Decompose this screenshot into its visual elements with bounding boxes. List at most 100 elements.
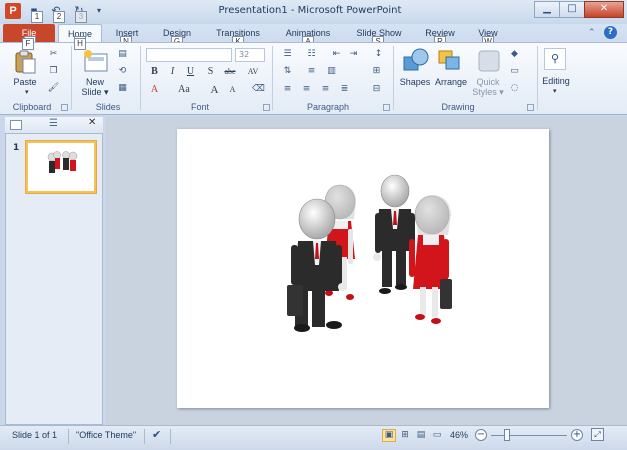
thumbnail-figures [47,151,78,173]
woman-figure-right [409,195,452,324]
bullets-icon[interactable]: ☰ [281,49,294,60]
shrink-font-button[interactable]: A [226,84,239,96]
zoom-slider-track[interactable] [491,435,567,436]
slideshow-view-icon[interactable]: ▭ [430,429,444,442]
shape-effects-icon[interactable]: ◌ [508,83,521,94]
binoculars-icon[interactable]: ⚲ [544,48,566,70]
new-slide-icon[interactable] [83,50,109,74]
arrange-button[interactable]: Arrange [432,77,470,87]
drawing-dialog-launcher[interactable] [527,104,534,111]
paste-dropdown-icon[interactable]: ▾ [25,88,29,96]
numbering-icon[interactable]: ☷ [305,49,318,60]
shape-fill-icon[interactable]: ◆ [508,49,521,60]
normal-view-icon[interactable]: ▣ [382,429,396,442]
customize-qat-icon[interactable]: ▾ [92,4,106,18]
minimize-ribbon-icon[interactable]: ⌃ [588,28,596,38]
new-slide-label-line1[interactable]: New [78,77,112,87]
help-icon[interactable]: ? [604,26,617,39]
zoom-slider-thumb[interactable] [504,429,510,441]
layout-icon[interactable]: ▤ [116,49,129,60]
group-separator [140,46,141,110]
text-shadow-button[interactable]: S [204,66,217,78]
bold-button[interactable]: B [148,66,161,78]
theme-name[interactable]: "Office Theme" [76,430,136,440]
arrange-icon[interactable] [437,48,465,74]
center-icon[interactable]: ≡ [300,84,313,95]
clipboard-dialog-launcher[interactable] [61,104,68,111]
status-separator [144,429,145,444]
zoom-out-button[interactable]: − [475,429,487,441]
quick-styles-label-line2[interactable]: Styles ▾ [470,87,506,97]
line-spacing-icon[interactable]: ↕ [372,49,385,60]
outline-tab-icon[interactable]: ☰ [49,118,58,129]
editing-dropdown-icon[interactable]: ▾ [553,87,557,95]
align-left-icon[interactable]: ≡ [281,84,294,95]
change-case-button[interactable]: Aa [175,84,193,96]
paragraph-group-label: Paragraph [306,102,350,112]
minimize-button[interactable]: ▁ [534,1,560,18]
keytip-qat-1: 1 [31,11,43,23]
group-separator [393,46,394,110]
clipboard-group-label: Clipboard [12,102,52,112]
reading-view-icon[interactable]: ▤ [414,429,428,442]
font-color-button[interactable]: A [148,84,161,96]
shape-outline-icon[interactable]: ▭ [508,66,521,77]
quick-styles-label-line1[interactable]: Quick [470,77,506,87]
keytip-qat-2: 2 [53,11,65,23]
text-direction-icon[interactable]: ⇅ [281,66,294,77]
editing-button[interactable]: Editing [537,76,575,86]
group-separator [272,46,273,110]
zoom-level[interactable]: 46% [450,430,468,440]
shapes-button[interactable]: Shapes [398,77,432,87]
align-right-icon[interactable]: ≡ [319,84,332,95]
keytip-overlay-file: F [22,38,34,50]
quick-styles-icon[interactable] [476,48,502,74]
section-icon[interactable]: ▦ [116,83,129,94]
slide-sorter-icon[interactable]: ⊞ [398,429,412,442]
font-group-label: Font [190,102,209,112]
paste-icon[interactable] [13,50,37,74]
slides-group-label: Slides [95,102,121,112]
underline-button[interactable]: U [184,66,197,78]
smartart-icon[interactable]: ⊞ [370,66,383,77]
convert-smartart-icon[interactable]: ⊟ [370,84,383,95]
format-painter-icon[interactable]: 🖌 [47,83,60,94]
group-separator [71,46,72,110]
reset-slide-icon[interactable]: ⟲ [116,66,129,77]
justify-icon[interactable]: ≣ [338,84,351,95]
slides-tab-icon[interactable] [10,120,22,130]
keytip-overlay-home: H [74,38,86,50]
strikethrough-button[interactable]: abc [221,66,239,78]
slide-canvas[interactable] [177,129,549,408]
new-slide-label-line2[interactable]: Slide ▾ [78,87,112,97]
powerpoint-app-icon[interactable]: P [5,3,21,19]
maximize-button[interactable]: □ [559,1,585,18]
align-text-icon[interactable]: ≡ [305,66,318,77]
cut-icon[interactable]: ✂ [47,49,60,60]
font-name-combo[interactable] [146,48,232,62]
close-button[interactable]: ✕ [584,1,624,18]
close-pane-icon[interactable]: ✕ [88,117,96,128]
paragraph-dialog-launcher[interactable] [383,104,390,111]
clear-formatting-icon[interactable]: ⌫ [252,84,265,95]
decrease-indent-icon[interactable]: ⇤ [330,49,343,60]
font-size-combo[interactable]: 32 [235,48,265,62]
shapes-icon[interactable] [402,48,430,74]
keytip-qat-3: 3 [75,11,87,23]
slide-thumbnail[interactable] [26,141,96,193]
zoom-in-button[interactable]: + [571,429,583,441]
status-separator [170,429,171,444]
fit-to-window-icon[interactable]: ⤢ [591,428,604,441]
character-spacing-button[interactable]: AV [245,66,261,78]
font-dialog-launcher[interactable] [263,104,270,111]
spell-check-icon[interactable]: ✔ [152,428,161,441]
grow-font-button[interactable]: A [208,84,221,96]
drawing-group-label: Drawing [441,102,475,112]
slide-indicator[interactable]: Slide 1 of 1 [12,430,57,440]
columns-icon[interactable]: ▥ [325,66,338,77]
increase-indent-icon[interactable]: ⇥ [347,49,360,60]
window-title: Presentation1 - Microsoft PowerPoint [218,5,402,16]
italic-button[interactable]: I [166,66,179,78]
copy-icon[interactable]: ❐ [47,66,60,77]
paste-button[interactable]: Paste [10,77,40,87]
